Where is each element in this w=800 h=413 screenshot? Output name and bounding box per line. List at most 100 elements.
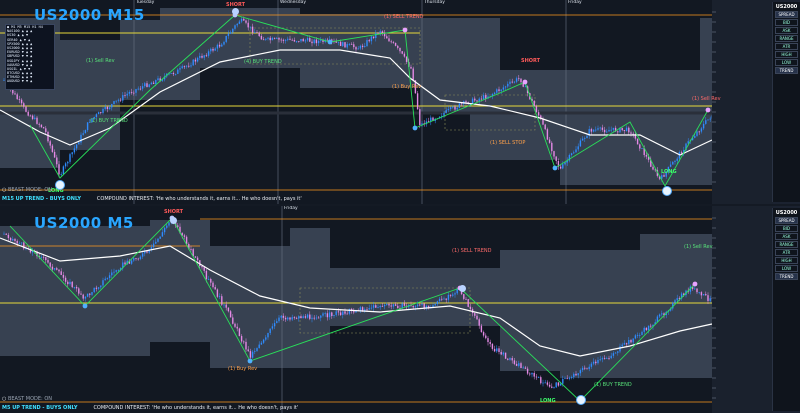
candle-body <box>280 315 282 318</box>
candle-body <box>320 315 322 318</box>
candle-body <box>82 133 84 135</box>
m5-chart-canvas[interactable] <box>0 206 800 413</box>
candle-body <box>9 238 12 241</box>
candle-body <box>388 38 390 42</box>
candle-body <box>84 130 87 134</box>
candle-body <box>256 348 258 352</box>
candle-body <box>324 313 326 315</box>
candle-body <box>577 373 579 376</box>
candle-body <box>108 275 111 279</box>
candle-body <box>590 129 593 132</box>
candle-body <box>562 378 564 384</box>
candle-body <box>82 294 84 299</box>
chart-pane-m5[interactable]: US2000 M5 Friday SHORT LONG (1) SELL TRE… <box>0 206 800 413</box>
candle-body <box>493 348 496 352</box>
candle-body <box>636 138 639 145</box>
candle-body <box>601 127 604 130</box>
candle-body <box>97 287 100 289</box>
pivot-dot <box>82 303 88 309</box>
candle-body <box>304 40 307 42</box>
candle-body <box>146 83 148 87</box>
candle-body <box>342 311 344 316</box>
candle-body <box>623 343 626 345</box>
candle-body <box>311 317 313 319</box>
candle-body <box>553 151 555 157</box>
buy-trend-label: (4) BUY TREND <box>244 59 282 65</box>
candle-body <box>597 128 599 130</box>
candle-body <box>126 93 128 96</box>
candle-body <box>625 343 628 345</box>
candle-body <box>597 359 599 364</box>
candle-body <box>18 243 21 244</box>
candle-body <box>67 281 69 285</box>
candle-body <box>262 339 265 343</box>
candle-body <box>449 107 452 109</box>
candle-body <box>342 42 344 46</box>
candle-body <box>493 92 496 95</box>
candle-body <box>269 328 271 333</box>
candle-body <box>372 305 375 308</box>
candle-body <box>698 292 700 293</box>
candle-body <box>383 304 386 307</box>
candle-body <box>91 292 93 295</box>
candle-body <box>469 306 472 310</box>
candle-body <box>645 155 648 157</box>
candle-body <box>619 346 621 352</box>
candle-body <box>392 42 395 43</box>
candle-body <box>546 382 549 385</box>
candle-body <box>639 144 641 149</box>
candle-body <box>522 367 524 369</box>
candle-body <box>100 112 102 114</box>
candle-body <box>130 91 133 93</box>
m15-chart-canvas[interactable] <box>0 0 800 204</box>
candle-body <box>661 313 663 315</box>
sell-rev-label: (1) Sell Rev <box>86 58 115 64</box>
candle-body <box>612 127 615 130</box>
candle-body <box>584 138 586 139</box>
candle-body <box>438 298 441 302</box>
candle-body <box>221 44 223 47</box>
candle-body <box>194 256 197 258</box>
candle-body <box>190 65 192 67</box>
candle-body <box>89 293 91 295</box>
candle-body <box>621 344 623 347</box>
candle-body <box>390 305 392 307</box>
candle-body <box>535 376 538 378</box>
candle-body <box>300 38 302 42</box>
candle-body <box>78 288 80 294</box>
candle-body <box>403 303 406 306</box>
candle-body <box>546 129 549 140</box>
candle-body <box>287 38 289 40</box>
candle-body <box>247 22 249 28</box>
candle-body <box>480 325 483 333</box>
candle-body <box>64 277 67 282</box>
candle-body <box>515 78 518 82</box>
candle-body <box>67 161 69 164</box>
candle-body <box>498 348 500 352</box>
chart-pane-m15[interactable]: US2000 M15 Tuesday Wednesday Thursday Fr… <box>0 0 800 204</box>
candle-body <box>192 59 194 66</box>
candle-body <box>496 89 498 93</box>
candle-body <box>465 298 467 300</box>
candle-body <box>658 314 661 317</box>
candle-body <box>214 287 216 290</box>
candle-body <box>441 298 443 300</box>
candle-body <box>698 131 700 133</box>
short-signal-label: SHORT <box>164 209 184 215</box>
candle-body <box>361 45 364 47</box>
candle-body <box>379 305 381 308</box>
candle-body <box>449 294 452 296</box>
candle-body <box>672 161 674 165</box>
candle-body <box>95 114 98 118</box>
candle-body <box>124 95 126 96</box>
candle-body <box>181 66 183 69</box>
pivot-dot <box>705 107 711 113</box>
pivot-dot <box>402 27 408 33</box>
candle-body <box>520 78 522 83</box>
candle-body <box>434 304 436 306</box>
candle-body <box>447 294 450 300</box>
candle-body <box>214 48 216 51</box>
candle-body <box>207 279 210 280</box>
candle-body <box>309 314 311 319</box>
candle-body <box>80 293 82 295</box>
